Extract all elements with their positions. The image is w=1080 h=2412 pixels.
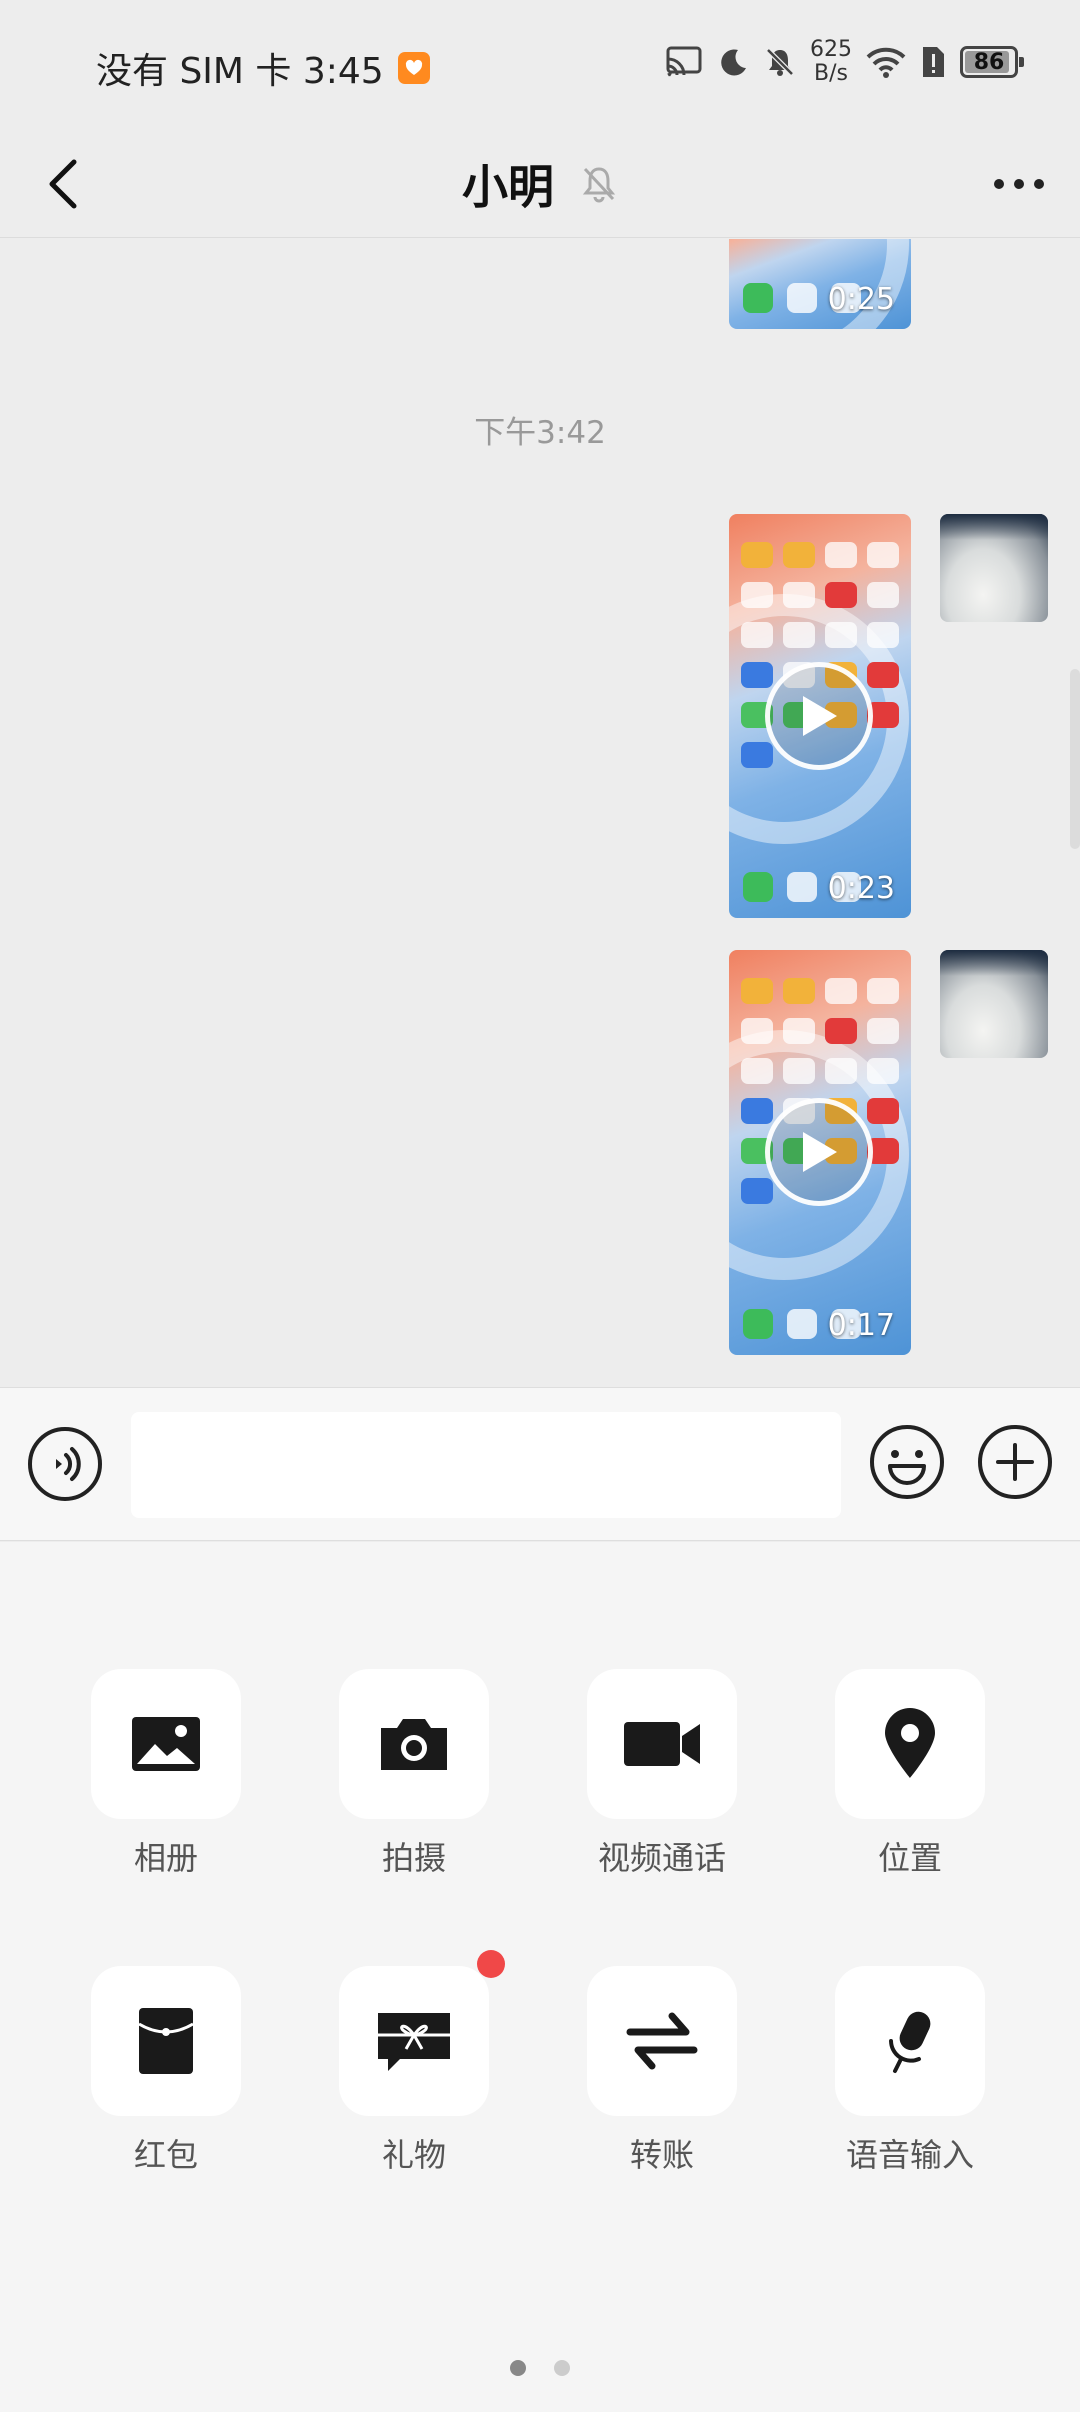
location-pin-icon (885, 1708, 935, 1778)
play-button[interactable] (765, 1098, 873, 1206)
panel-item-box[interactable] (587, 1966, 737, 2116)
page-dot-active[interactable] (510, 2360, 526, 2376)
plus-icon (978, 1425, 1052, 1499)
chat-messages[interactable]: 0:25 下午3:42 0:23 0:17 (0, 239, 1080, 1387)
network-speed-unit: B/s (814, 61, 848, 86)
video-message[interactable]: 0:23 (729, 514, 911, 918)
video-duration: 0:25 (827, 282, 895, 317)
wifi-icon (866, 47, 906, 78)
message-input[interactable] (131, 1412, 841, 1518)
input-bar (0, 1387, 1080, 1541)
silent-bell-icon (766, 48, 794, 76)
panel-item-label: 位置 (877, 1839, 942, 1877)
panel-item-location[interactable]: 位置 (835, 1669, 985, 1877)
cast-icon (666, 46, 702, 77)
status-bar: 没有 SIM 卡 3:45 625 B/s 86 (0, 0, 1080, 130)
panel-item-camera[interactable]: 拍摄 (339, 1669, 489, 1877)
play-icon (803, 696, 837, 736)
panel-item-video-call[interactable]: 视频通话 (587, 1669, 737, 1877)
carrier-time: 没有 SIM 卡 3:45 (96, 51, 384, 92)
emoji-icon (870, 1425, 944, 1499)
self-avatar[interactable] (940, 950, 1048, 1058)
network-speed-value: 625 (810, 37, 852, 62)
transfer-icon (626, 2012, 698, 2070)
panel-item-box[interactable] (339, 1669, 489, 1819)
panel-item-label: 相册 (133, 1839, 198, 1877)
chat-title: 小明 (462, 160, 554, 214)
gift-icon (378, 2013, 450, 2071)
panel-item-gift[interactable]: 礼物 (339, 1950, 505, 2174)
panel-item-box[interactable] (339, 1950, 505, 2116)
message-timestamp: 下午3:42 (474, 415, 606, 451)
status-left: 没有 SIM 卡 3:45 (96, 42, 430, 94)
more-dots-icon (994, 179, 1044, 189)
app-notification-icon (397, 52, 430, 84)
camera-icon (381, 1719, 447, 1770)
panel-item-label: 红包 (133, 2136, 198, 2174)
panel-item-label: 拍摄 (381, 1839, 446, 1877)
panel-item-album[interactable]: 相册 (91, 1669, 241, 1877)
panel-item-box[interactable] (91, 1669, 241, 1819)
video-duration: 0:23 (827, 871, 895, 906)
more-options-button[interactable] (984, 150, 1054, 218)
photo-album-icon (132, 1717, 200, 1771)
battery-indicator: 86 (960, 46, 1024, 78)
panel-item-voice-input[interactable]: 语音输入 (835, 1966, 985, 2174)
panel-item-label: 转账 (629, 2136, 694, 2174)
video-call-icon (624, 1722, 700, 1766)
sim-alert-icon (923, 47, 944, 77)
more-functions-button[interactable] (976, 1423, 1054, 1501)
red-packet-icon (138, 2008, 194, 2074)
bell-off-icon (582, 167, 616, 203)
battery-level: 86 (973, 49, 1005, 75)
function-panel: 相册 拍摄 视频通话 位置 红包 礼物 转账 语音输入 (0, 1542, 1080, 2412)
chat-scrollbar[interactable] (1070, 669, 1080, 849)
voice-input-icon (28, 1427, 102, 1501)
chat-header: 小明 (0, 130, 1080, 238)
do-not-disturb-moon-icon (721, 49, 746, 76)
self-avatar[interactable] (940, 514, 1048, 622)
panel-item-box[interactable] (587, 1669, 737, 1819)
video-duration: 0:17 (827, 1308, 895, 1343)
play-button[interactable] (765, 662, 873, 770)
panel-item-box[interactable] (835, 1669, 985, 1819)
microphone-icon (889, 2011, 931, 2073)
status-right: 625 B/s 86 (664, 38, 1024, 86)
page-indicator (0, 2360, 1080, 2376)
emoji-button[interactable] (868, 1423, 946, 1501)
play-icon (803, 1132, 837, 1172)
panel-item-transfer[interactable]: 转账 (587, 1966, 737, 2174)
panel-item-box[interactable] (91, 1966, 241, 2116)
panel-item-label: 语音输入 (845, 2136, 974, 2174)
panel-item-label: 礼物 (381, 2136, 446, 2174)
page-dot[interactable] (554, 2360, 570, 2376)
chat-title-area: 小明 (0, 130, 1080, 238)
panel-item-box[interactable] (835, 1966, 985, 2116)
panel-item-label: 视频通话 (597, 1839, 726, 1877)
gift-badge (477, 1950, 505, 1978)
network-speed: 625 B/s (810, 38, 852, 86)
video-message[interactable]: 0:17 (729, 950, 911, 1355)
video-message[interactable]: 0:25 (729, 239, 911, 329)
panel-item-red-packet[interactable]: 红包 (91, 1966, 241, 2174)
voice-toggle-button[interactable] (26, 1425, 104, 1503)
